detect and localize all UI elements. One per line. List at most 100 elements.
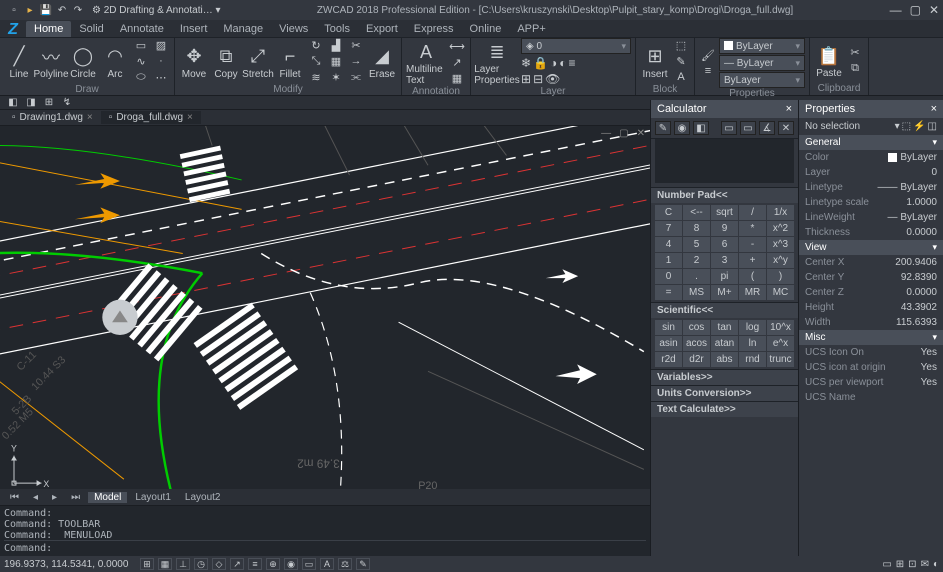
- lweight-toggle[interactable]: ≡: [248, 558, 262, 570]
- ann-toggle[interactable]: A: [320, 558, 334, 570]
- undo-icon[interactable]: ↶: [56, 4, 68, 16]
- calc-key[interactable]: MS: [683, 285, 710, 300]
- calc-key[interactable]: *: [739, 221, 766, 236]
- calc-key[interactable]: 1/x: [767, 205, 794, 220]
- sci-header[interactable]: Scientific<<: [651, 302, 798, 318]
- point-icon[interactable]: ·: [152, 54, 170, 68]
- calc-key[interactable]: abs: [711, 352, 738, 367]
- calc-tb-3-icon[interactable]: ◧: [693, 121, 709, 135]
- calc-key[interactable]: r2d: [655, 352, 682, 367]
- calc-key[interactable]: cos: [683, 320, 710, 335]
- mirror-icon[interactable]: ▟: [327, 38, 345, 52]
- ann3-toggle[interactable]: ✎: [356, 558, 370, 570]
- status-r4-icon[interactable]: ✉: [921, 559, 929, 570]
- command-line[interactable]: Command: Command: TOOLBAR Command: _MENU…: [0, 505, 650, 556]
- calc-key[interactable]: ): [767, 269, 794, 284]
- status-r1-icon[interactable]: ▭: [882, 559, 891, 570]
- dim-leader-icon[interactable]: ↗: [448, 55, 466, 69]
- attr-icon[interactable]: A: [672, 70, 690, 84]
- rotate-icon[interactable]: ↻: [307, 38, 325, 52]
- copy-button[interactable]: ⧉Copy: [211, 43, 241, 80]
- view-min-icon[interactable]: —: [598, 128, 614, 139]
- open-icon[interactable]: ▸: [24, 4, 36, 16]
- layer-off-icon[interactable]: ❄: [521, 56, 531, 70]
- calc-key[interactable]: d2r: [683, 352, 710, 367]
- props-quick-icon[interactable]: ⚡: [913, 121, 925, 132]
- calc-key[interactable]: asin: [655, 336, 682, 351]
- layer-iso-icon[interactable]: ◐: [559, 56, 566, 70]
- calc-tb-4-icon[interactable]: ▭: [721, 121, 737, 135]
- spline-icon[interactable]: ∿: [132, 54, 150, 68]
- calc-key[interactable]: x^3: [767, 237, 794, 252]
- copy-clip-icon[interactable]: ⧉: [846, 62, 864, 76]
- edit-block-icon[interactable]: ✎: [672, 54, 690, 68]
- calc-key[interactable]: 3: [711, 253, 738, 268]
- extend-icon[interactable]: →: [347, 54, 365, 68]
- create-block-icon[interactable]: ⬚: [672, 38, 690, 52]
- calc-key[interactable]: /: [739, 205, 766, 220]
- more-draw-icon[interactable]: ⋯: [152, 70, 170, 84]
- props-sel-icon[interactable]: ◫: [928, 121, 937, 132]
- tab-solid[interactable]: Solid: [71, 21, 111, 37]
- layer-match-icon[interactable]: ≡: [569, 56, 576, 70]
- tb-icon-4[interactable]: ↯: [60, 97, 74, 109]
- calc-key[interactable]: trunc: [767, 352, 794, 367]
- calc-key[interactable]: pi: [711, 269, 738, 284]
- status-r3-icon[interactable]: ⊡: [908, 559, 916, 570]
- calc-key[interactable]: 1: [655, 253, 682, 268]
- ann2-toggle[interactable]: ⚖: [338, 558, 352, 570]
- calc-key[interactable]: 4: [655, 237, 682, 252]
- arc-button[interactable]: ◠Arc: [100, 43, 130, 80]
- layout-1[interactable]: Layout1: [129, 492, 177, 503]
- color-selector[interactable]: ByLayer: [719, 38, 805, 54]
- doc-tab-drawing1[interactable]: ▫Drawing1.dwg×: [4, 111, 101, 124]
- view-close-icon[interactable]: ✕: [634, 128, 648, 139]
- vars-header[interactable]: Variables>>: [651, 369, 798, 385]
- calc-key[interactable]: 5: [683, 237, 710, 252]
- new-icon[interactable]: ▫: [8, 4, 20, 16]
- minimize-icon[interactable]: —: [890, 3, 902, 17]
- layout-2[interactable]: Layout2: [179, 492, 227, 503]
- props-dd-icon[interactable]: ▾: [895, 121, 900, 132]
- props-palette-icon[interactable]: ≡: [699, 64, 717, 78]
- calc-key[interactable]: tan: [711, 320, 738, 335]
- calc-key[interactable]: atan: [711, 336, 738, 351]
- calc-key[interactable]: -: [739, 237, 766, 252]
- layer-lock-icon[interactable]: ◑: [550, 56, 557, 70]
- calc-tb-1-icon[interactable]: ✎: [655, 121, 671, 135]
- calc-key[interactable]: <--: [683, 205, 710, 220]
- calc-key[interactable]: sqrt: [711, 205, 738, 220]
- erase-button[interactable]: ◢Erase: [367, 43, 397, 80]
- calc-key[interactable]: x^2: [767, 221, 794, 236]
- rect-icon[interactable]: ▭: [132, 38, 150, 52]
- status-r2-icon[interactable]: ⊞: [896, 559, 904, 570]
- next-icon[interactable]: ▸: [46, 492, 63, 503]
- layout-model[interactable]: Model: [88, 492, 127, 503]
- grid-toggle[interactable]: ▦: [158, 558, 172, 570]
- tab-manage[interactable]: Manage: [215, 21, 271, 37]
- layer-walk-icon[interactable]: 👁: [545, 72, 560, 86]
- calc-tb-5-icon[interactable]: ▭: [740, 121, 756, 135]
- table-icon[interactable]: ▦: [448, 71, 466, 85]
- move-button[interactable]: ✥Move: [179, 43, 209, 80]
- props-pick-icon[interactable]: ⬚: [902, 121, 911, 132]
- maximize-icon[interactable]: ▢: [910, 3, 921, 17]
- ellipse-icon[interactable]: ⬭: [132, 70, 150, 84]
- calc-key[interactable]: 8: [683, 221, 710, 236]
- tab-views[interactable]: Views: [271, 21, 316, 37]
- tab-express[interactable]: Express: [406, 21, 462, 37]
- insert-button[interactable]: ⊞Insert: [640, 43, 670, 80]
- close-icon[interactable]: ×: [786, 103, 792, 115]
- model-toggle[interactable]: ▭: [302, 558, 316, 570]
- osnap-toggle[interactable]: ◇: [212, 558, 226, 570]
- tb-icon-3[interactable]: ⊞: [42, 97, 56, 109]
- calc-key[interactable]: sin: [655, 320, 682, 335]
- calc-key[interactable]: C: [655, 205, 682, 220]
- paste-button[interactable]: 📋Paste: [814, 42, 844, 79]
- tab-app[interactable]: APP+: [509, 21, 553, 37]
- command-input[interactable]: [52, 543, 646, 554]
- dim-linear-icon[interactable]: ⟷: [448, 39, 466, 53]
- layer-prev-icon[interactable]: ⊟: [533, 72, 543, 86]
- workspace-selector[interactable]: ⚙ 2D Drafting & Annotati… ▾: [92, 5, 221, 16]
- prev-icon[interactable]: ◂: [27, 492, 44, 503]
